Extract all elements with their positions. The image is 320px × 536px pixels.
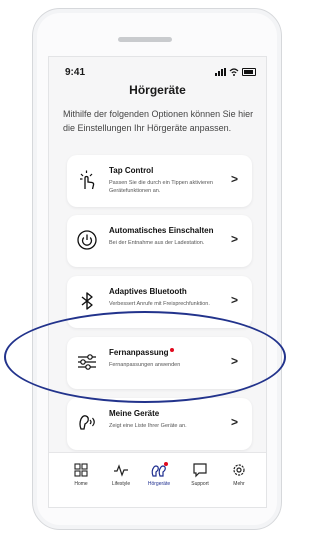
status-bar: 9:41 <box>59 67 256 79</box>
tab-label: Hörgeräte <box>147 481 171 487</box>
notification-dot <box>169 348 174 352</box>
option-remote-fitting[interactable]: Fernanpassung Fernanpassungen anwenden > <box>67 337 252 389</box>
gear-icon <box>233 464 245 476</box>
tab-label: Home <box>74 481 88 487</box>
tab-label: Support <box>191 481 209 487</box>
app-screen: 9:41 Hörgeräte Mithilfe der folgenden Op… <box>48 56 267 508</box>
tab-bar: Home Lifestyle Hörgeräte Support Mehr <box>49 452 266 507</box>
option-title: Tap Control <box>109 166 154 175</box>
option-adaptive-bluetooth[interactable]: Adaptives Bluetooth Verbessert Anrufe mi… <box>67 276 252 328</box>
option-title: Automatisches Einschalten <box>109 226 214 235</box>
wifi-icon <box>229 68 239 76</box>
chevron-right-icon: > <box>230 232 238 246</box>
status-indicators <box>215 68 256 76</box>
power-icon <box>77 230 97 250</box>
activity-icon <box>114 464 128 477</box>
intro-text: Mithilfe der folgenden Optionen können S… <box>63 109 254 133</box>
tab-label: Lifestyle <box>111 481 131 487</box>
signal-icon <box>215 68 226 76</box>
battery-icon <box>242 68 256 76</box>
option-title: Adaptives Bluetooth <box>109 287 187 296</box>
tab-support[interactable]: Support <box>180 462 220 487</box>
tab-more[interactable]: Mehr <box>219 462 259 487</box>
page-title: Hörgeräte <box>129 83 186 97</box>
chevron-right-icon: > <box>230 354 238 368</box>
tab-hearing-aids[interactable]: Hörgeräte <box>139 462 179 487</box>
chat-icon <box>193 463 207 478</box>
tab-home[interactable]: Home <box>61 462 101 487</box>
tab-lifestyle[interactable]: Lifestyle <box>101 462 141 487</box>
sliders-icon <box>78 354 96 370</box>
option-title: Fernanpassung <box>109 348 169 357</box>
option-subtitle: Bei der Entnahme aus der Ladestation. <box>109 240 205 246</box>
tab-label: Mehr <box>233 481 245 487</box>
chevron-right-icon: > <box>230 415 238 429</box>
option-subtitle: Passen Sie die durch ein Tippen aktivier… <box>109 180 213 194</box>
option-tap-control[interactable]: Tap Control Passen Sie die durch ein Tip… <box>67 155 252 207</box>
option-title-wrap: Fernanpassung <box>109 348 174 357</box>
option-auto-power-on[interactable]: Automatisches Einschalten Bei der Entnah… <box>67 215 252 267</box>
hearing-aid-icon <box>79 415 95 430</box>
chevron-right-icon: > <box>230 172 238 186</box>
option-subtitle: Verbessert Anrufe mit Freisprechfunktion… <box>109 301 210 307</box>
option-subtitle: Fernanpassungen anwenden <box>109 362 181 368</box>
option-subtitle: Zeigt eine Liste Ihrer Geräte an. <box>109 423 187 429</box>
bluetooth-icon <box>81 292 93 310</box>
speaker-grille <box>118 37 172 42</box>
phone-frame: 9:41 Hörgeräte Mithilfe der folgenden Op… <box>32 8 282 530</box>
option-title: Meine Geräte <box>109 409 160 418</box>
grid-icon <box>74 463 88 477</box>
chevron-right-icon: > <box>230 293 238 307</box>
option-my-devices[interactable]: Meine Geräte Zeigt eine Liste Ihrer Gerä… <box>67 398 252 450</box>
status-time: 9:41 <box>65 67 86 78</box>
hearing-aids-icon <box>151 462 168 477</box>
tap-icon <box>80 170 95 190</box>
